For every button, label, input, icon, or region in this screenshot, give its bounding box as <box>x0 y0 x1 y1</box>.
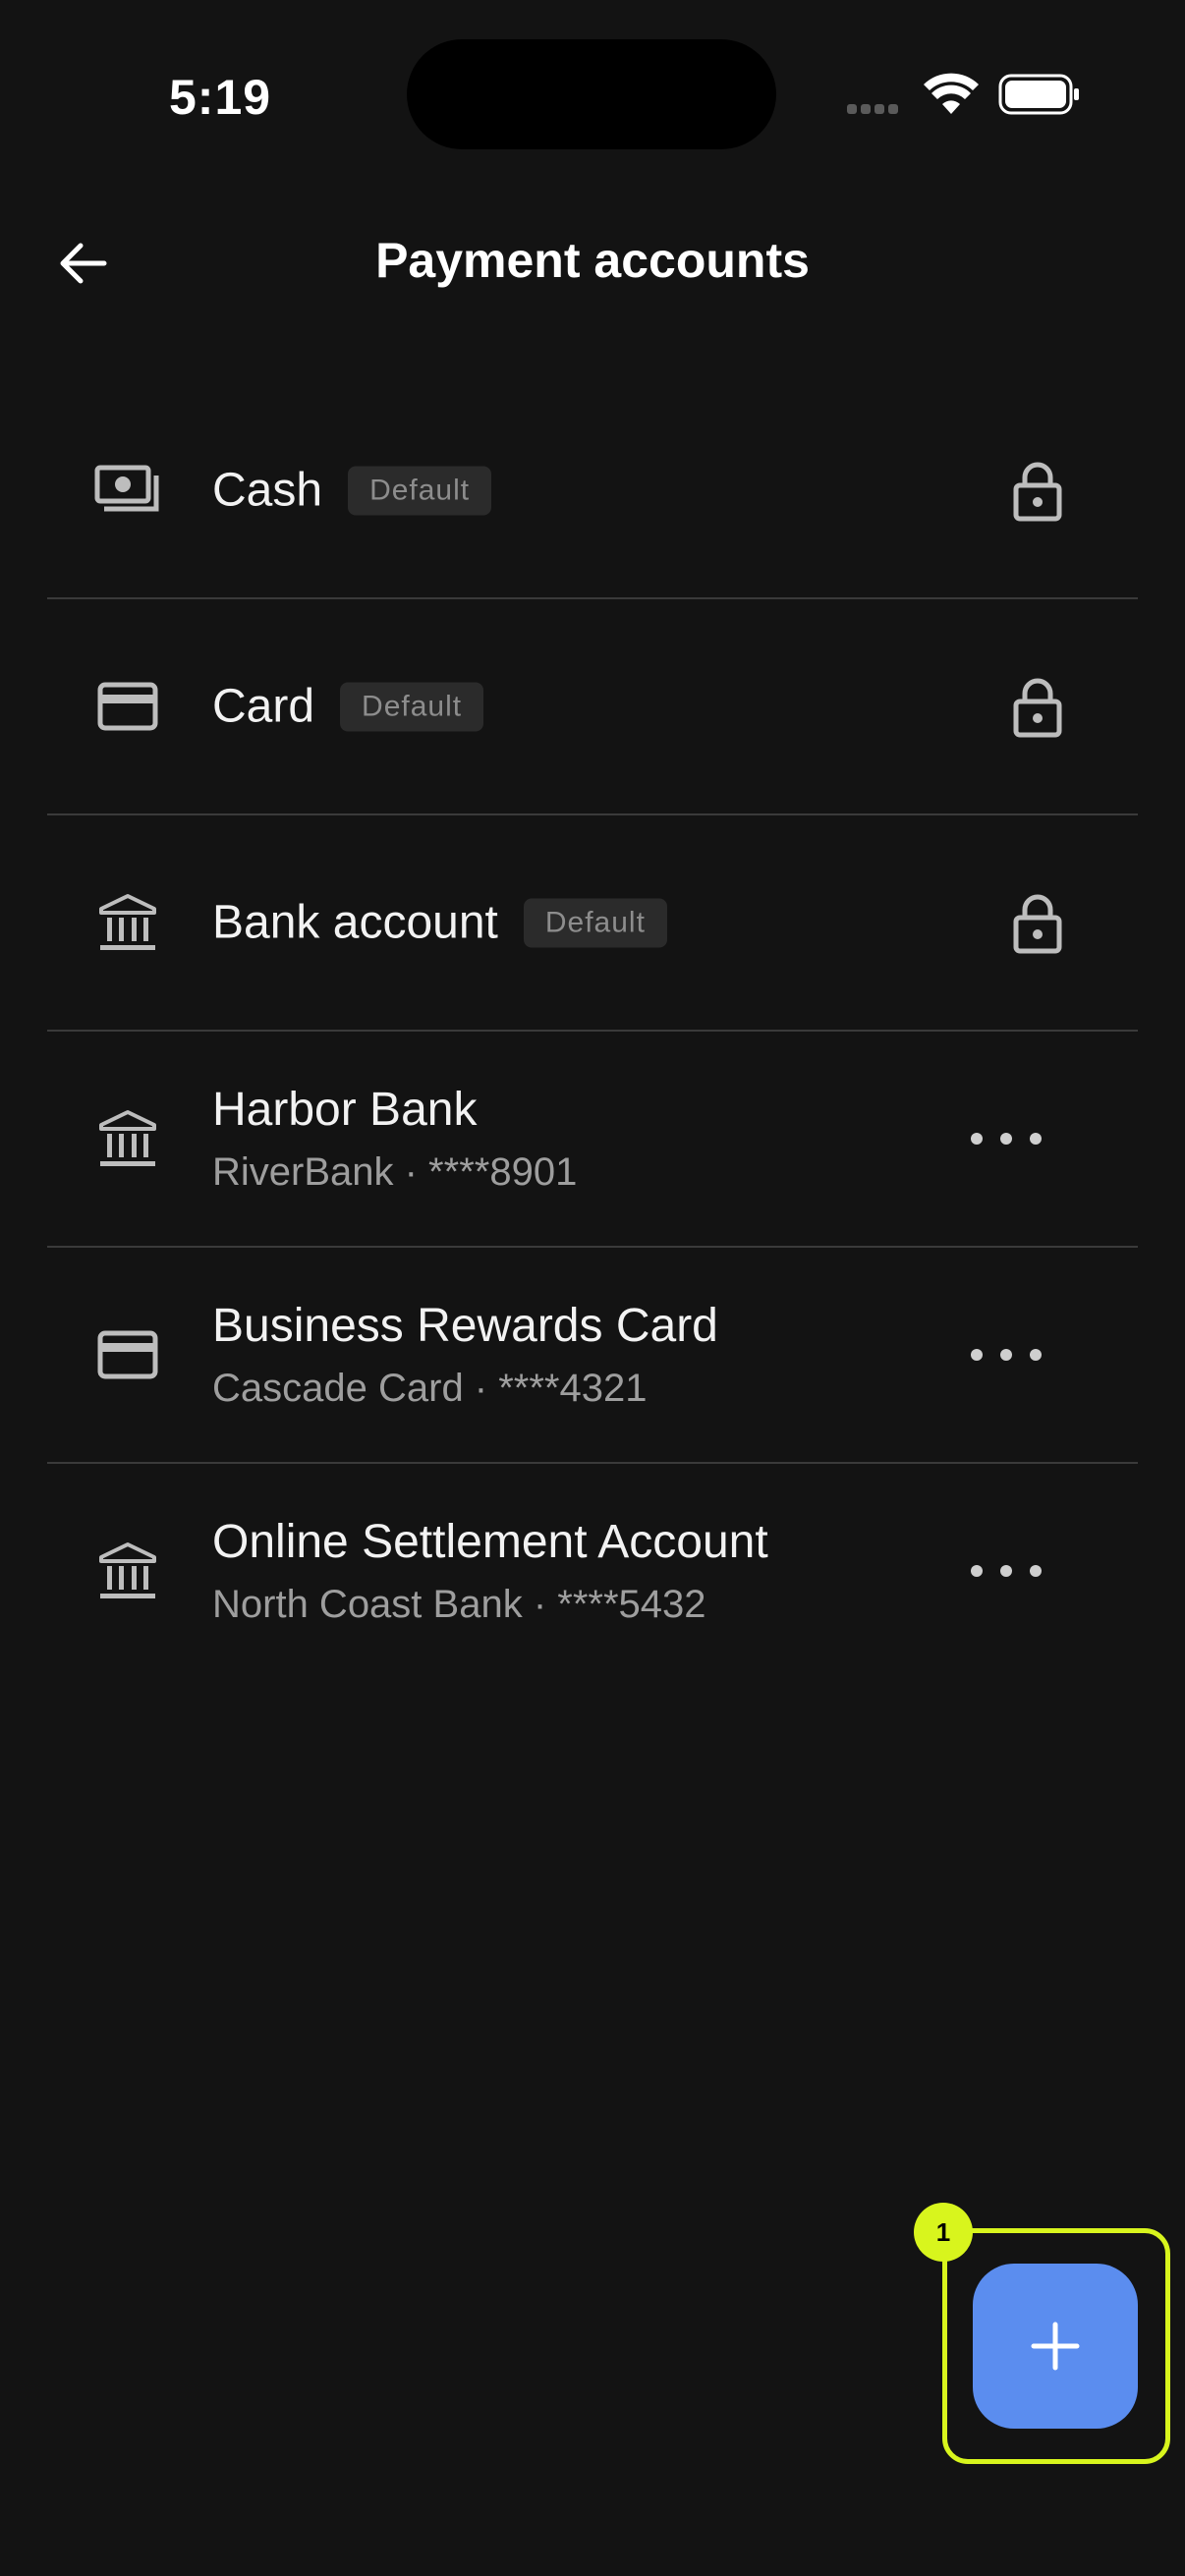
more-dot <box>1000 1565 1012 1577</box>
account-name: Card <box>212 680 315 733</box>
account-row-online-settlement[interactable]: Online Settlement Account North Coast Ba… <box>47 1464 1138 1678</box>
page-title: Payment accounts <box>375 233 810 288</box>
account-row-bank-account[interactable]: Bank account Default <box>47 815 1138 1032</box>
dynamic-island <box>407 39 776 149</box>
more-dot <box>1030 1565 1042 1577</box>
card-icon <box>94 673 161 740</box>
account-name: Business Rewards Card <box>212 1300 718 1352</box>
more-options-button[interactable] <box>971 1335 1042 1374</box>
bank-icon <box>94 1538 161 1604</box>
status-bar: 5:19 <box>0 0 1185 196</box>
lock-icon <box>1013 462 1062 522</box>
battery-icon <box>998 74 1079 115</box>
bank-icon <box>94 889 161 956</box>
lock-icon <box>1013 894 1062 954</box>
account-row-business-rewards-card[interactable]: Business Rewards Card Cascade Card · ***… <box>47 1248 1138 1464</box>
card-icon <box>94 1321 161 1388</box>
account-detail: RiverBank · ****8901 <box>212 1150 578 1194</box>
cellular-signal-icon <box>847 101 902 119</box>
account-row-harbor-bank[interactable]: Harbor Bank RiverBank · ****8901 <box>47 1032 1138 1248</box>
account-name: Cash <box>212 464 323 517</box>
accounts-list: Cash Default Card Default Bank account D… <box>47 383 1138 1678</box>
status-time: 5:19 <box>169 70 272 125</box>
more-dot <box>1000 1349 1012 1361</box>
bank-icon <box>94 1105 161 1172</box>
default-badge: Default <box>348 466 492 515</box>
account-row-cash[interactable]: Cash Default <box>47 383 1138 599</box>
add-account-button[interactable] <box>973 2264 1138 2429</box>
account-detail: Cascade Card · ****4321 <box>212 1367 648 1410</box>
more-options-button[interactable] <box>971 1551 1042 1591</box>
default-badge: Default <box>523 898 667 947</box>
account-name: Harbor Bank <box>212 1084 478 1136</box>
account-name: Bank account <box>212 896 498 949</box>
lock-icon <box>1013 678 1062 738</box>
account-detail: North Coast Bank · ****5432 <box>212 1583 706 1626</box>
plus-icon <box>1031 2322 1080 2371</box>
account-row-card[interactable]: Card Default <box>47 599 1138 815</box>
cash-icon <box>94 457 161 524</box>
more-dot <box>1030 1349 1042 1361</box>
wifi-icon <box>924 73 979 114</box>
more-dot <box>971 1133 983 1145</box>
more-options-button[interactable] <box>971 1119 1042 1158</box>
more-dot <box>1030 1133 1042 1145</box>
more-dot <box>971 1349 983 1361</box>
account-name: Online Settlement Account <box>212 1516 768 1568</box>
annotation-marker: 1 <box>914 2203 973 2262</box>
more-dot <box>1000 1133 1012 1145</box>
more-dot <box>971 1565 983 1577</box>
default-badge: Default <box>340 682 484 731</box>
